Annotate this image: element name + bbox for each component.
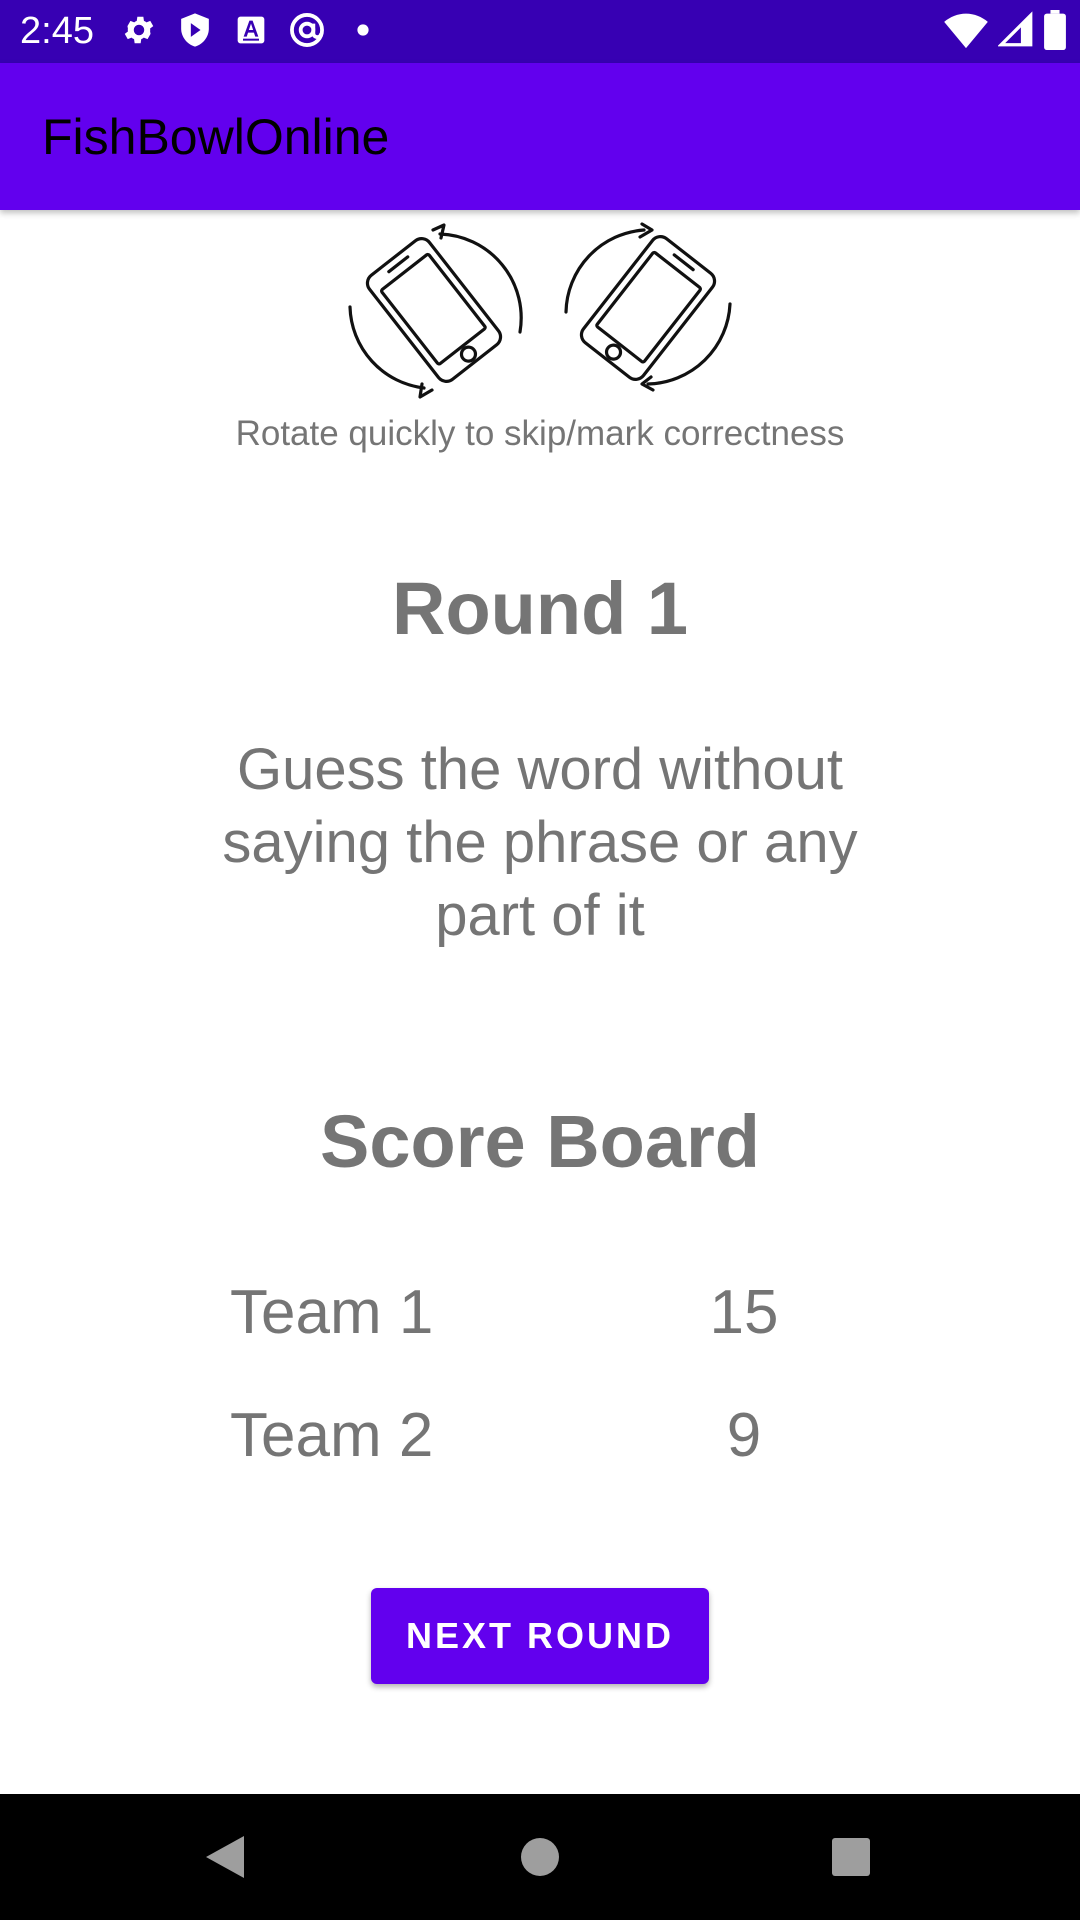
wifi-icon: [944, 10, 988, 55]
shield-icon: [174, 9, 216, 51]
team-name: Team 2: [230, 1401, 434, 1470]
scoreboard-title: Score Board: [319, 1100, 761, 1183]
dot-icon: [342, 9, 384, 51]
next-round-button[interactable]: NEXT ROUND: [371, 1588, 709, 1684]
rotate-hint: Rotate quickly to skip/mark correctness: [235, 414, 845, 453]
font-icon: [230, 9, 272, 51]
home-icon[interactable]: [505, 1822, 575, 1892]
status-icons-right: [944, 10, 1066, 55]
status-time: 2:45: [20, 10, 94, 52]
navigation-bar: [0, 1794, 1080, 1920]
status-icons-left: [118, 9, 384, 51]
score-row: Team 1 15: [0, 1273, 1080, 1353]
recents-icon[interactable]: [816, 1822, 886, 1892]
phone-rotate-clockwise-icon: [348, 223, 523, 399]
app-bar: FishBowlOnline: [0, 63, 1080, 210]
at-sign-icon: [286, 9, 328, 51]
settings-icon: [118, 9, 160, 51]
app-title: FishBowlOnline: [42, 109, 390, 165]
status-bar: 2:45: [0, 0, 1080, 63]
phone-rotate-counterclockwise-icon: [564, 222, 732, 392]
team-name: Team 1: [230, 1278, 434, 1347]
rotate-illustration: [340, 212, 740, 402]
round-description: Guess the word without saying the phrase…: [222, 737, 858, 948]
team-score: 9: [726, 1401, 762, 1470]
team-score: 15: [709, 1278, 779, 1347]
back-icon[interactable]: [190, 1822, 260, 1892]
signal-icon: [997, 11, 1034, 54]
round-title: Round 1: [392, 567, 688, 650]
battery-icon: [1044, 10, 1066, 55]
score-row: Team 2 9: [0, 1396, 1080, 1476]
